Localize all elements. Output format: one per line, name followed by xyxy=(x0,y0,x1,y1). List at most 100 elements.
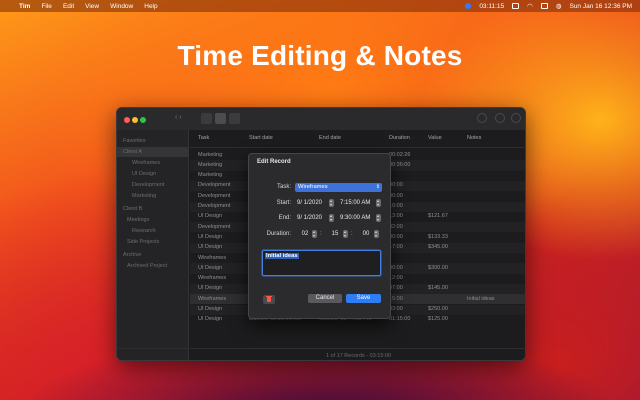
cell-duration: 30:00 xyxy=(389,233,403,240)
sidebar-item-development[interactable]: Development xyxy=(117,180,189,190)
cell-value: $133.33 xyxy=(428,233,448,240)
chevron-updown-icon: ⇕ xyxy=(375,184,380,190)
dialog-title: Edit Record xyxy=(257,159,291,165)
timer-status-icon[interactable] xyxy=(465,3,472,9)
menu-timer[interactable]: 03:11:15 xyxy=(479,3,504,10)
end-time-field[interactable]: 9:30:00 AM xyxy=(340,215,370,221)
sidebar-item-meetings[interactable]: Meetings xyxy=(117,215,189,225)
cell-task: Wireframes xyxy=(198,275,227,282)
table-header: Task Start date End date Duration Value … xyxy=(190,130,525,148)
cell-value: $250.00 xyxy=(428,306,448,312)
sidebar-item-wireframes[interactable]: Wireframes xyxy=(117,158,189,168)
cell-task: Development xyxy=(198,223,231,230)
sidebar-item-research[interactable]: Research xyxy=(117,226,189,236)
notes-textarea[interactable]: Initial ideas xyxy=(262,250,381,276)
cancel-button[interactable]: Cancel xyxy=(308,294,342,303)
task-label: Task: xyxy=(276,184,291,190)
task-select[interactable]: Wireframes ⇕ xyxy=(295,183,382,192)
menu-window[interactable]: Window xyxy=(110,3,133,10)
sidebar-item-archived-project[interactable]: Archived Project xyxy=(117,261,189,271)
menu-edit[interactable]: Edit xyxy=(63,3,74,10)
column-end-date[interactable]: End date xyxy=(319,135,341,141)
cell-task: UI Design xyxy=(198,264,223,271)
sidebar-item-client-a[interactable]: Client A xyxy=(117,147,189,157)
duration-minutes-field[interactable]: 15 xyxy=(328,231,342,239)
cell-value: $121.67 xyxy=(428,213,448,220)
menu-app-name[interactable]: Tim xyxy=(19,3,30,10)
minimize-button[interactable] xyxy=(132,117,138,123)
zoom-button[interactable] xyxy=(140,117,146,123)
cell-task: UI Design xyxy=(198,213,223,220)
cell-duration: 00:00 xyxy=(389,182,403,189)
duration-separator: : xyxy=(320,231,322,237)
sidebar-toggle-icon[interactable]: ‹ › xyxy=(175,114,182,121)
delete-record-button[interactable] xyxy=(263,295,275,304)
cell-task: Development xyxy=(198,192,231,199)
column-value[interactable]: Value xyxy=(428,135,442,141)
list-icon[interactable] xyxy=(215,113,226,124)
cell-duration: 33:00 xyxy=(389,306,403,312)
grid-icon[interactable] xyxy=(229,113,240,124)
cell-value: $300.00 xyxy=(428,264,448,271)
cell-task: UI Design xyxy=(198,316,223,323)
duration-hours-stepper[interactable] xyxy=(312,230,317,238)
close-button[interactable] xyxy=(124,117,130,123)
cell-duration: 12:00 xyxy=(389,275,403,282)
table-footer: 1 of 17 Records - 03:15:00 xyxy=(190,348,525,360)
cell-notes: Initial ideas xyxy=(467,295,495,302)
cell-duration: 32:00 xyxy=(389,223,403,230)
cell-duration: 00:00 xyxy=(389,264,403,271)
end-date-field[interactable]: 9/ 1/2020 xyxy=(297,215,322,221)
save-button[interactable]: Save xyxy=(346,294,381,303)
menu-file[interactable]: File xyxy=(41,3,51,10)
task-select-value: Wireframes xyxy=(298,184,328,190)
duration-separator: : xyxy=(351,231,353,237)
add-icon[interactable] xyxy=(201,113,212,124)
sidebar-item-ui-design[interactable]: UI Design xyxy=(117,169,189,179)
cell-task: Wireframes xyxy=(198,254,227,261)
info-icon[interactable] xyxy=(511,113,521,123)
end-label: End: xyxy=(278,215,291,221)
sidebar-item-archive[interactable]: Archive xyxy=(117,250,189,260)
menu-bar: Tim File Edit View Window Help 03:11:15 … xyxy=(0,0,640,12)
column-duration[interactable]: Duration xyxy=(389,135,410,141)
sidebar-item-marketing[interactable]: Marketing xyxy=(117,191,189,201)
sidebar-item-side-projects[interactable]: Side Projects xyxy=(117,237,189,247)
cell-duration: 00:02:26 xyxy=(389,151,411,158)
duration-minutes-stepper[interactable] xyxy=(343,230,348,238)
start-time-field[interactable]: 7:15:00 AM xyxy=(340,200,370,206)
menu-view[interactable]: View xyxy=(85,3,99,10)
menu-help[interactable]: Help xyxy=(144,3,157,10)
cell-duration: 37:00 xyxy=(389,285,403,292)
menu-datetime[interactable]: Sun Jan 16 12:36 PM xyxy=(569,3,632,10)
cell-task: UI Design xyxy=(198,285,223,292)
share-icon[interactable] xyxy=(495,113,505,123)
refresh-icon[interactable] xyxy=(477,113,487,123)
cell-task: UI Design xyxy=(198,306,223,312)
cell-duration: 10:00 xyxy=(389,203,403,209)
duration-label: Duration: xyxy=(266,231,291,237)
cell-duration: 15:00 xyxy=(389,295,403,302)
sidebar-item-favorites[interactable]: Favorites xyxy=(117,136,189,146)
cell-value: $345.00 xyxy=(428,244,448,251)
column-notes[interactable]: Notes xyxy=(467,135,481,141)
end-time-stepper[interactable] xyxy=(376,214,381,222)
end-date-stepper[interactable] xyxy=(329,214,334,222)
duration-hours-field[interactable]: 02 xyxy=(298,231,312,239)
start-label: Start: xyxy=(276,200,291,206)
wifi-icon[interactable]: ◠ xyxy=(527,2,533,10)
column-task[interactable]: Task xyxy=(198,135,209,141)
cell-task: Marketing xyxy=(198,151,223,158)
siri-icon[interactable]: ◍ xyxy=(556,2,562,10)
duration-seconds-stepper[interactable] xyxy=(374,230,379,238)
duration-seconds-field[interactable]: 00 xyxy=(359,231,373,239)
control-center-icon[interactable] xyxy=(540,3,548,9)
start-date-stepper[interactable] xyxy=(329,199,334,207)
battery-icon[interactable] xyxy=(512,3,520,9)
column-start-date[interactable]: Start date xyxy=(249,135,273,141)
start-time-stepper[interactable] xyxy=(376,199,381,207)
start-date-field[interactable]: 9/ 1/2020 xyxy=(297,200,322,206)
cell-duration: 00:36:00 xyxy=(389,161,411,168)
notes-text: Initial ideas xyxy=(265,253,299,259)
sidebar-item-client-b[interactable]: Client B xyxy=(117,204,189,214)
